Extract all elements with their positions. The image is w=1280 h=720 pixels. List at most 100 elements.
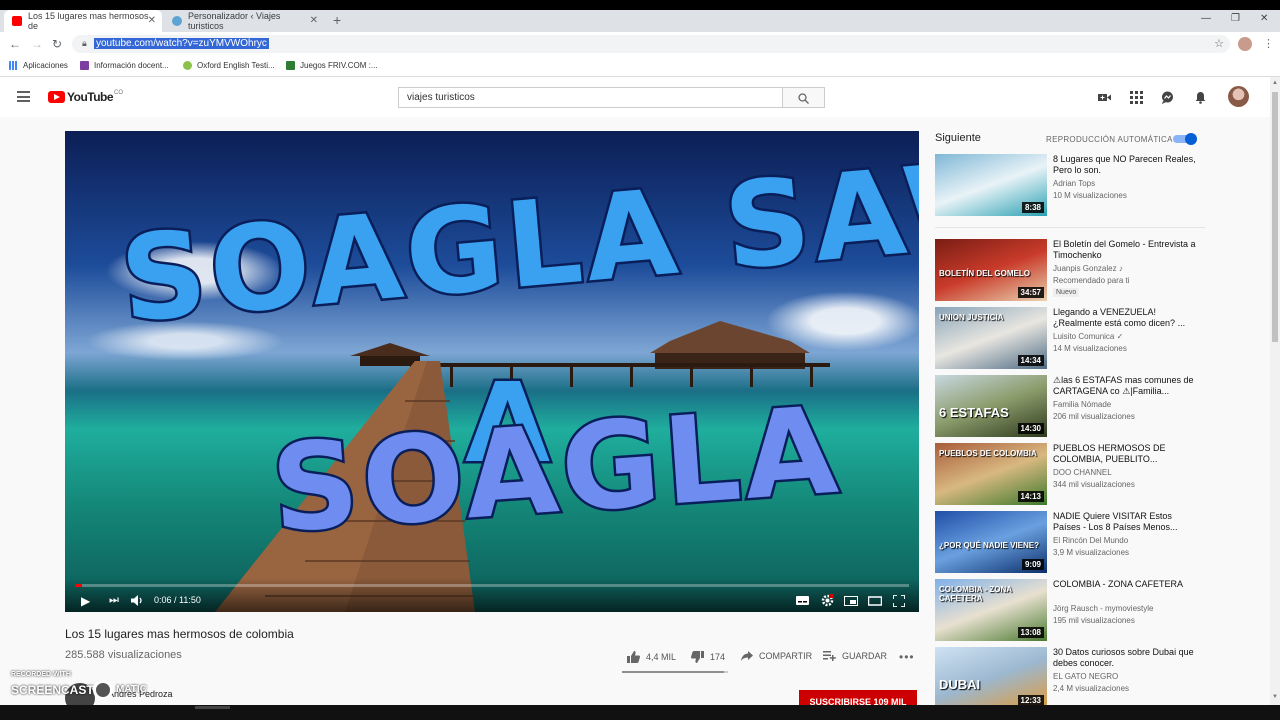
bookmark-favicon-icon bbox=[183, 61, 192, 70]
recommended-channel: Adrian Tops bbox=[1053, 179, 1096, 188]
recommended-video[interactable]: BOLETÍN DEL GOMELO 34:57 El Boletín del Go… bbox=[935, 239, 1205, 301]
bookmark-apps[interactable]: Aplicaciones bbox=[9, 61, 68, 70]
watermark-line-2: SCREENCAST bbox=[11, 683, 94, 697]
video-duration: 9:09 bbox=[1021, 559, 1044, 570]
video-duration: 14:13 bbox=[1017, 491, 1044, 502]
more-actions-icon[interactable]: ••• bbox=[899, 650, 915, 664]
apps-icon[interactable] bbox=[1130, 91, 1143, 104]
recommended-title[interactable]: Llegando a VENEZUELA! ¿Realmente está co… bbox=[1053, 307, 1198, 329]
subtitles-icon[interactable] bbox=[796, 596, 809, 605]
recommended-video[interactable]: ¿POR QUÉ NADIE VIENE? 9:09 NADIE Quiere VI… bbox=[935, 511, 1205, 573]
new-tab-icon[interactable]: + bbox=[333, 12, 341, 28]
save-button[interactable]: GUARDAR bbox=[823, 651, 887, 661]
close-tab-icon[interactable]: ✕ bbox=[310, 15, 318, 26]
bookmark-star-icon[interactable]: ☆ bbox=[1214, 37, 1224, 50]
video-thumbnail[interactable]: ¿POR QUÉ NADIE VIENE? 9:09 bbox=[935, 511, 1047, 573]
video-thumbnail[interactable]: PUEBLOS DE COLOMBIA 14:13 bbox=[935, 443, 1047, 505]
account-avatar[interactable] bbox=[1228, 86, 1249, 107]
recommended-title[interactable]: 8 Lugares que NO Parecen Reales, Pero lo… bbox=[1053, 154, 1198, 176]
tab-youtube[interactable]: Los 15 lugares mas hermosos de ✕ bbox=[4, 10, 162, 32]
minimize-icon[interactable]: — bbox=[1201, 13, 1211, 24]
video-duration: 13:08 bbox=[1017, 627, 1044, 638]
youtube-logo[interactable]: YouTube CO bbox=[48, 90, 123, 104]
wordpress-favicon-icon bbox=[172, 16, 182, 26]
settings-gear-icon[interactable] bbox=[821, 594, 834, 607]
video-thumbnail[interactable]: 6 ESTAFAS 14:30 bbox=[935, 375, 1047, 437]
next-icon[interactable]: ⏭ bbox=[109, 594, 119, 607]
address-bar[interactable]: 🔒︎ youtube.com/watch?v=zuYMVWOhryc ☆ bbox=[72, 35, 1230, 53]
messages-icon[interactable] bbox=[1161, 91, 1174, 104]
scroll-up-icon[interactable]: ▲ bbox=[1272, 80, 1278, 86]
fullscreen-icon[interactable] bbox=[893, 595, 905, 607]
thumbs-up-icon bbox=[627, 651, 640, 663]
bookmarks-bar: Aplicaciones Información docent... Oxfor… bbox=[0, 57, 1280, 77]
screen: Los 15 lugares mas hermosos de ✕ Persona… bbox=[0, 0, 1280, 720]
search-button[interactable] bbox=[783, 87, 825, 108]
dislike-button[interactable]: 174 bbox=[691, 651, 725, 663]
apps-grid-icon bbox=[9, 61, 18, 70]
recommended-title[interactable]: NADIE Quiere VISITAR Estos Países - Los … bbox=[1053, 511, 1198, 533]
youtube-play-logo-icon bbox=[48, 91, 65, 103]
tab-title: Personalizador ‹ Viajes turisticos bbox=[188, 11, 281, 31]
autoplay-toggle[interactable] bbox=[1173, 133, 1199, 145]
recommended-video[interactable]: 8:38 8 Lugares que NO Parecen Reales, Per… bbox=[935, 154, 1205, 216]
bookmark-friv[interactable]: Juegos FRIV.COM :... bbox=[286, 61, 378, 70]
chrome-profile-avatar[interactable] bbox=[1238, 37, 1252, 51]
browser-tab-strip: Los 15 lugares mas hermosos de ✕ Persona… bbox=[0, 10, 1280, 32]
miniplayer-icon[interactable] bbox=[844, 596, 858, 606]
restore-icon[interactable]: ❐ bbox=[1231, 13, 1240, 24]
recommended-title[interactable]: El Boletín del Gomelo - Entrevista a Tim… bbox=[1053, 239, 1198, 261]
recommended-views: 10 M visualizaciones bbox=[1053, 191, 1127, 200]
recommended-video[interactable]: 6 ESTAFAS 14:30 ⚠las 6 ESTAFAS mas comunes… bbox=[935, 375, 1205, 437]
play-icon[interactable]: ▶ bbox=[81, 594, 90, 608]
back-icon[interactable]: ← bbox=[9, 37, 21, 51]
overlay-line-3: SOAGLA bbox=[267, 382, 845, 560]
video-thumbnail[interactable]: COLOMBIA - ZONA CAFETERA 13:08 bbox=[935, 579, 1047, 641]
recommended-title[interactable]: COLOMBIA - ZONA CAFETERA bbox=[1053, 579, 1198, 590]
progress-played bbox=[75, 584, 83, 587]
thumbnail-text: DUBAI bbox=[939, 677, 981, 692]
bookmark-oxford[interactable]: Oxford English Testi... bbox=[183, 61, 275, 70]
playlist-add-icon bbox=[823, 651, 836, 661]
recommended-views: 195 mil visualizaciones bbox=[1053, 616, 1135, 625]
theater-mode-icon[interactable] bbox=[868, 596, 882, 606]
scroll-down-icon[interactable]: ▼ bbox=[1272, 694, 1278, 700]
lock-icon: 🔒︎ bbox=[82, 38, 87, 48]
share-button[interactable]: COMPARTIR bbox=[741, 651, 812, 661]
recommended-title[interactable]: ⚠las 6 ESTAFAS mas comunes de CARTAGENA … bbox=[1053, 375, 1198, 397]
video-thumbnail[interactable]: BOLETÍN DEL GOMELO 34:57 bbox=[935, 239, 1047, 301]
progress-bar[interactable] bbox=[75, 584, 909, 587]
thumbnail-text: UNION JUSTICIA bbox=[939, 313, 1004, 322]
recommended-video[interactable]: DUBAI 12:33 30 Datos curiosos sobre Dubai … bbox=[935, 647, 1205, 709]
forward-icon[interactable]: → bbox=[31, 37, 43, 51]
close-window-icon[interactable]: ✕ bbox=[1260, 13, 1268, 24]
recommended-video[interactable]: PUEBLOS DE COLOMBIA 14:13 PUEBLOS HERMOSOS… bbox=[935, 443, 1205, 505]
recommended-views: 206 mil visualizaciones bbox=[1053, 412, 1135, 421]
search-input[interactable]: viajes turisticos bbox=[398, 87, 783, 108]
player-controls: ▶ ⏭ 0:06 / 11:50 bbox=[65, 578, 919, 612]
recommended-video[interactable]: COLOMBIA - ZONA CAFETERA 13:08 COLOMBIA - … bbox=[935, 579, 1205, 641]
chrome-menu-icon[interactable]: ⋮ bbox=[1263, 37, 1274, 50]
recommended-video[interactable]: UNION JUSTICIA 14:34 Llegando a VENEZUELA!… bbox=[935, 307, 1205, 369]
url-text[interactable]: youtube.com/watch?v=zuYMVWOhryc bbox=[94, 38, 269, 49]
bookmark-informacion[interactable]: Información docent... bbox=[80, 61, 169, 70]
video-thumbnail[interactable]: DUBAI 12:33 bbox=[935, 647, 1047, 709]
close-tab-icon[interactable]: ✕ bbox=[148, 15, 156, 26]
autoplay-label: REPRODUCCIÓN AUTOMÁTICA bbox=[1046, 135, 1173, 144]
video-player[interactable]: SOAGLA SAW A SOAGLA ▶ ⏭ 0:06 / 11:50 bbox=[65, 131, 919, 612]
video-thumbnail[interactable]: 8:38 bbox=[935, 154, 1047, 216]
like-button[interactable]: 4,4 MIL bbox=[627, 651, 676, 663]
menu-icon[interactable] bbox=[17, 91, 30, 102]
recommended-views: 3,9 M visualizaciones bbox=[1053, 548, 1130, 557]
divider bbox=[935, 227, 1205, 228]
browser-toolbar: ← → ↻ 🔒︎ youtube.com/watch?v=zuYMVWOhryc… bbox=[0, 32, 1280, 57]
volume-icon[interactable] bbox=[131, 595, 144, 606]
recommended-title[interactable]: PUEBLOS HERMOSOS DE COLOMBIA, PUEBLITO..… bbox=[1053, 443, 1198, 465]
reload-icon[interactable]: ↻ bbox=[52, 37, 62, 51]
recommended-title[interactable]: 30 Datos curiosos sobre Dubai que debes … bbox=[1053, 647, 1198, 669]
create-video-icon[interactable] bbox=[1098, 91, 1111, 104]
scrollbar-thumb[interactable] bbox=[1272, 92, 1278, 342]
video-thumbnail[interactable]: UNION JUSTICIA 14:34 bbox=[935, 307, 1047, 369]
tab-wordpress[interactable]: Personalizador ‹ Viajes turisticos ✕ bbox=[164, 10, 324, 32]
notifications-bell-icon[interactable] bbox=[1194, 91, 1207, 104]
